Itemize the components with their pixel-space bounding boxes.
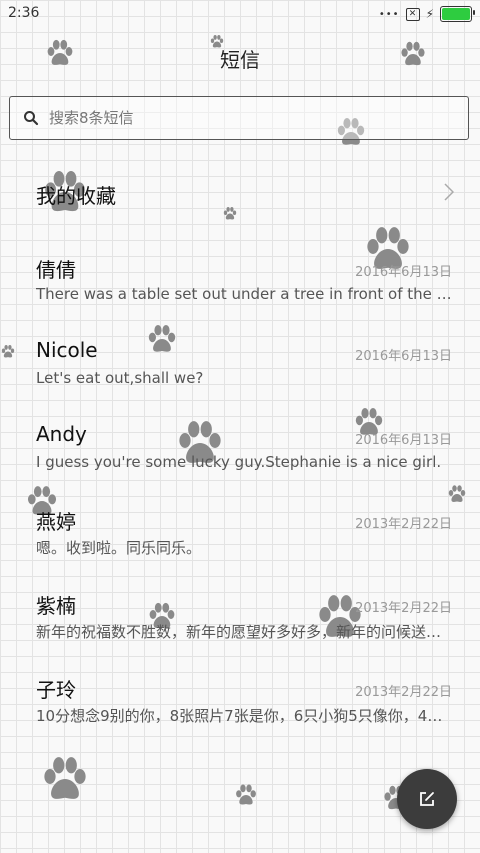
conversation-item[interactable]: Nicole 2016年6月13日 Let's eat out,shall we… (0, 338, 480, 422)
favorites-row[interactable]: 我的收藏 (0, 168, 480, 216)
contact-name: 倩倩 (36, 258, 76, 282)
conversation-item[interactable]: 紫楠 2013年2月22日 新年的祝福数不胜数，新年的愿望好多好多，新年的问候送… (0, 590, 480, 674)
message-snippet: Let's eat out,shall we? (36, 369, 204, 387)
message-date: 2013年2月22日 (355, 685, 452, 700)
chevron-right-icon (444, 183, 454, 201)
contact-name: 子玲 (36, 678, 76, 702)
status-icons: ••• ✕ ⚡ (378, 6, 475, 22)
message-snippet: 嗯。收到啦。同乐同乐。 (36, 539, 202, 557)
paw-icon (38, 754, 92, 804)
message-date: 2013年2月22日 (355, 517, 452, 532)
conversation-item[interactable]: 燕婷 2013年2月22日 嗯。收到啦。同乐同乐。 (0, 506, 480, 590)
favorites-label: 我的收藏 (36, 184, 116, 208)
charging-bolt-icon: ⚡ (425, 7, 434, 21)
message-snippet: 10分想念9别的你，8张照片7张是你，6只小狗5只像你，4季都想你 (36, 707, 452, 725)
status-bar: 2:36 ••• ✕ ⚡ (0, 0, 480, 28)
contact-name: 燕婷 (36, 510, 76, 534)
conversation-item[interactable]: 倩倩 2016年6月13日 There was a table set out … (0, 254, 480, 338)
message-date: 2016年6月13日 (355, 349, 452, 364)
battery-icon (440, 6, 475, 22)
search-icon (24, 111, 39, 126)
page-title: 短信 (220, 48, 260, 72)
status-time: 2:36 (8, 5, 40, 21)
message-date: 2016年6月13日 (355, 265, 452, 280)
paw-icon (233, 783, 259, 807)
search-input[interactable] (49, 97, 468, 139)
compose-icon (420, 792, 434, 806)
battery-level (442, 8, 470, 20)
conversation-item[interactable]: Andy 2016年6月13日 I guess you're some luck… (0, 422, 480, 506)
compose-button[interactable] (397, 769, 457, 829)
contact-name: Nicole (36, 338, 98, 362)
search-box[interactable] (9, 96, 469, 140)
message-snippet: 新年的祝福数不胜数，新年的愿望好多好多，新年的问候送给你 (36, 623, 452, 641)
message-date: 2016年6月13日 (355, 433, 452, 448)
sim-x-icon: ✕ (405, 7, 420, 21)
message-snippet: There was a table set out under a tree i… (36, 285, 452, 303)
contact-name: Andy (36, 422, 87, 446)
contact-name: 紫楠 (36, 594, 76, 618)
conversation-item[interactable]: 子玲 2013年2月22日 10分想念9别的你，8张照片7张是你，6只小狗5只像… (0, 674, 480, 758)
notification-dots-icon: ••• (378, 8, 400, 20)
message-date: 2013年2月22日 (355, 601, 452, 616)
message-snippet: I guess you're some lucky guy.Stephanie … (36, 453, 442, 471)
